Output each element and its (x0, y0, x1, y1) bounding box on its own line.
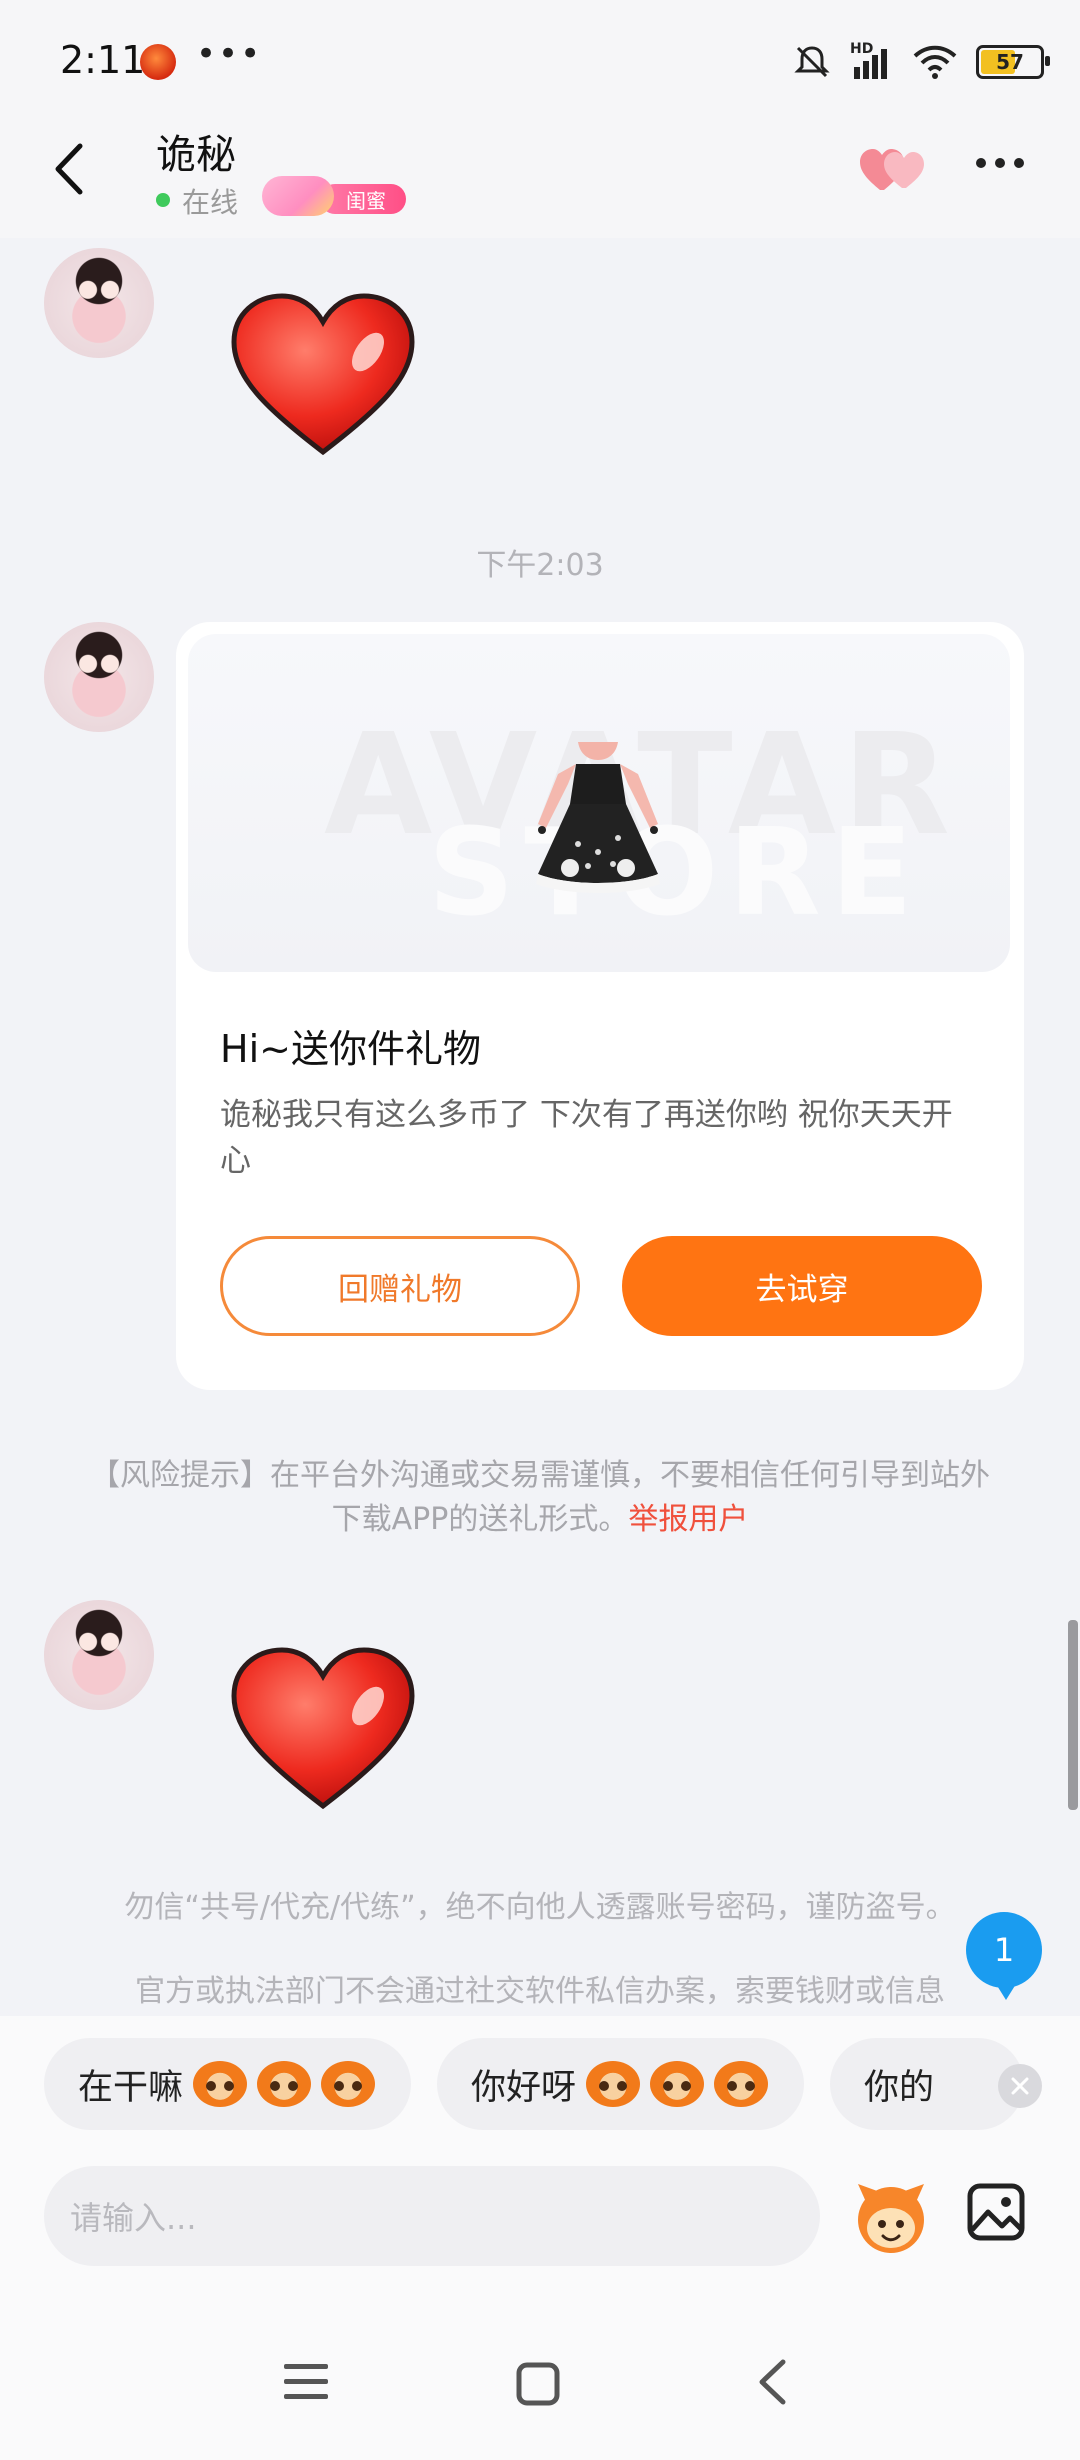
wifi-icon (913, 45, 957, 79)
mute-icon (794, 46, 830, 78)
security-notice: 勿信“共号/代充/代练”，绝不向他人透露账号密码，谨防盗号。 (124, 1890, 956, 1925)
quick-reply-chip[interactable]: 你好呀 (437, 2038, 805, 2130)
quick-reply-chip[interactable]: 在干嘛 (44, 2038, 412, 2130)
risk-notice: 【风险提示】在平台外沟通或交易需谨慎，不要相信任何引导到站外下载APP的送礼形式… (80, 1454, 1000, 1542)
unread-badge[interactable]: 1 (966, 1912, 1042, 2000)
status-time: 2:11 (60, 38, 146, 82)
status-icons: HD 57 (792, 41, 1050, 82)
status-overflow: ••• (196, 34, 263, 74)
official-notice: 官方或执法部门不会通过社交软件私信办案，索要钱财或信息 (135, 1974, 945, 2009)
back-icon[interactable] (52, 142, 86, 196)
monkey-emoji-icon (193, 2061, 248, 2107)
heart-sticker (231, 1647, 415, 1810)
relationship-badge: 闺蜜 (262, 176, 406, 216)
emoji-icon[interactable] (852, 2178, 930, 2256)
return-gift-button[interactable]: 回赠礼物 (220, 1236, 580, 1336)
signal-icon: HD (850, 41, 894, 79)
signal-hd-label: HD (850, 41, 874, 57)
avatar[interactable] (44, 248, 154, 358)
monkey-emoji-icon (714, 2061, 769, 2107)
battery-level: 57 (996, 50, 1024, 74)
gift-card-message: 诡秘我只有这么多币了 下次有了再送你哟 祝你天天开心 (220, 1097, 953, 1179)
message-input[interactable]: 请输入... (44, 2166, 820, 2266)
report-user-link[interactable]: 举报用户 (628, 1502, 748, 1537)
monkey-emoji-icon (650, 2061, 705, 2107)
pig-icon (262, 176, 334, 216)
dress-icon (536, 742, 660, 893)
gift-image[interactable]: AVATAR STORE (188, 634, 1010, 972)
quick-reply-label: 在干嘛 (78, 2067, 184, 2108)
contact-name: 诡秘 (156, 132, 236, 178)
monkey-emoji-icon (257, 2061, 312, 2107)
try-on-button[interactable]: 去试穿 (622, 1236, 982, 1336)
battery-icon: 57 (976, 45, 1050, 79)
avatar[interactable] (44, 622, 154, 732)
home-nav-icon[interactable] (516, 2362, 560, 2406)
online-status: 在线 (182, 186, 239, 219)
online-dot (156, 193, 170, 207)
image-icon[interactable] (966, 2182, 1026, 2242)
quick-reply-label: 你好呀 (471, 2067, 577, 2108)
heart-sticker (231, 293, 415, 456)
close-icon[interactable] (998, 2064, 1042, 2108)
app-notification-icon (140, 44, 176, 80)
back-nav-icon[interactable] (756, 2358, 788, 2406)
risk-notice-text: 【风险提示】在平台外沟通或交易需谨慎，不要相信任何引导到站外下载APP的送礼形式… (90, 1458, 990, 1537)
scrollbar[interactable] (1068, 1620, 1078, 1810)
monkey-emoji-icon (586, 2061, 641, 2107)
quick-replies: 在干嘛 你好呀 你的 (44, 2038, 1025, 2130)
hearts-icon[interactable] (858, 146, 928, 194)
quick-reply-chip[interactable]: 你的 (830, 2038, 1025, 2130)
quick-reply-label: 你的 (864, 2067, 935, 2108)
monkey-emoji-icon (321, 2061, 376, 2107)
avatar[interactable] (44, 1600, 154, 1710)
more-icon[interactable] (976, 158, 1024, 168)
gift-card-title: Hi~送你件礼物 (220, 1027, 481, 1071)
menu-nav-icon[interactable] (284, 2362, 328, 2402)
message-timestamp: 下午2:03 (476, 548, 604, 583)
